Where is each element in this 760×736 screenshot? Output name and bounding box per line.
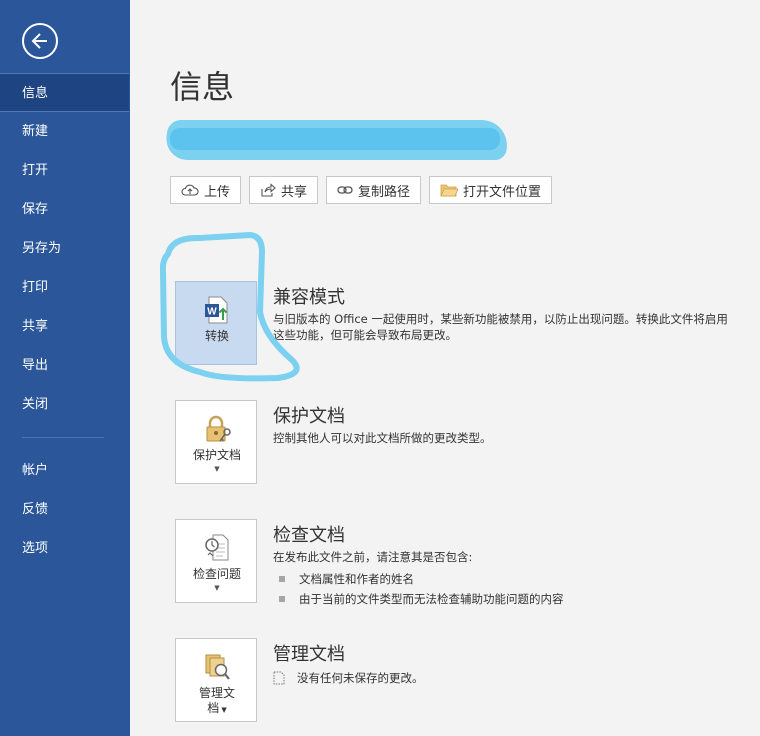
manage-document-label: 管理文 档 ▼ [176, 686, 258, 718]
manage-note-text: 没有任何未保存的更改。 [297, 671, 424, 685]
dropdown-caret-icon: ▼ [214, 584, 220, 592]
dropdown-caret-icon: ▼ [214, 465, 220, 473]
manage-document-button[interactable]: 管理文 档 ▼ [175, 638, 257, 722]
protect-document-button[interactable]: 保护文档 ▼ [175, 400, 257, 484]
inspect-bullet-list: 文档属性和作者的姓名 由于当前的文件类型而无法检查辅助功能问题的内容 [273, 569, 564, 609]
protect-section: 保护文档 ▼ 保护文档 控制其他人可以对此文档所做的更改类型。 [175, 400, 745, 490]
lock-key-icon [206, 415, 231, 442]
compat-description: 与旧版本的 Office 一起使用时，某些新功能被禁用，以防止出现问题。转换此文… [273, 312, 728, 342]
list-item: 文档属性和作者的姓名 [273, 569, 564, 589]
manage-document-label-line2: 档 [207, 701, 220, 715]
open-file-location-button[interactable]: 打开文件位置 [429, 176, 553, 204]
folder-icon [440, 184, 459, 197]
list-item: 由于当前的文件类型而无法检查辅助功能问题的内容 [273, 589, 564, 609]
nav-item-export[interactable]: 导出 [0, 346, 130, 385]
nav-item-account[interactable]: 帐户 [0, 451, 130, 490]
manage-section: 管理文 档 ▼ 管理文档 没有任何未保存的更改。 [175, 638, 745, 728]
copy-path-label: 复制路径 [358, 184, 411, 200]
inspect-section: 检查问题 ▼ 检查文档 在发布此文件之前，请注意其是否包含: 文档属性和作者的姓… [175, 519, 745, 609]
nav-item-save[interactable]: 保存 [0, 190, 130, 229]
protect-description: 控制其他人可以对此文档所做的更改类型。 [273, 431, 492, 445]
highlight-annotation [160, 232, 300, 382]
nav-divider [22, 437, 104, 438]
protect-document-label: 保护文档 [192, 448, 241, 462]
file-actions: 上传 共享 复制路径 打开文件位置 [170, 176, 553, 204]
cloud-upload-icon [181, 184, 199, 196]
nav-item-new[interactable]: 新建 [0, 112, 130, 151]
nav-item-close[interactable]: 关闭 [0, 385, 130, 424]
check-for-issues-button[interactable]: 检查问题 ▼ [175, 519, 257, 603]
backstage-nav: 信息 新建 打开 保存 另存为 打印 共享 导出 关闭 帐户 反馈 选项 [0, 73, 130, 568]
nav-item-share[interactable]: 共享 [0, 307, 130, 346]
share-icon [261, 183, 276, 197]
page-title: 信息 [170, 68, 235, 106]
back-arrow-icon [31, 33, 47, 49]
back-button[interactable] [22, 23, 58, 59]
check-for-issues-label: 检查问题 [192, 567, 241, 581]
upload-label: 上传 [204, 184, 231, 200]
inspect-document-icon [205, 534, 229, 561]
protect-title: 保护文档 [273, 406, 345, 427]
manage-title: 管理文档 [273, 644, 345, 665]
manage-document-label-line1: 管理文 [198, 686, 235, 700]
inspect-description: 在发布此文件之前，请注意其是否包含: [273, 550, 473, 564]
nav-item-options[interactable]: 选项 [0, 529, 130, 568]
inspect-title: 检查文档 [273, 525, 345, 546]
nav-item-info[interactable]: 信息 [0, 73, 129, 112]
manage-note: 没有任何未保存的更改。 [273, 670, 424, 686]
document-dotted-icon [273, 671, 285, 685]
redaction-scribble [170, 128, 500, 150]
share-button[interactable]: 共享 [249, 176, 319, 204]
copy-path-button[interactable]: 复制路径 [326, 176, 422, 204]
nav-item-feedback[interactable]: 反馈 [0, 490, 130, 529]
backstage-sidebar: 信息 新建 打开 保存 另存为 打印 共享 导出 关闭 帐户 反馈 选项 [0, 0, 130, 736]
link-icon [337, 186, 353, 194]
share-label: 共享 [281, 184, 308, 200]
manage-document-icon [205, 654, 230, 680]
nav-item-print[interactable]: 打印 [0, 268, 130, 307]
open-file-location-label: 打开文件位置 [463, 184, 542, 200]
upload-button[interactable]: 上传 [170, 176, 242, 204]
nav-item-open[interactable]: 打开 [0, 151, 130, 190]
nav-item-save-as[interactable]: 另存为 [0, 229, 130, 268]
dropdown-caret-icon: ▼ [219, 706, 227, 714]
